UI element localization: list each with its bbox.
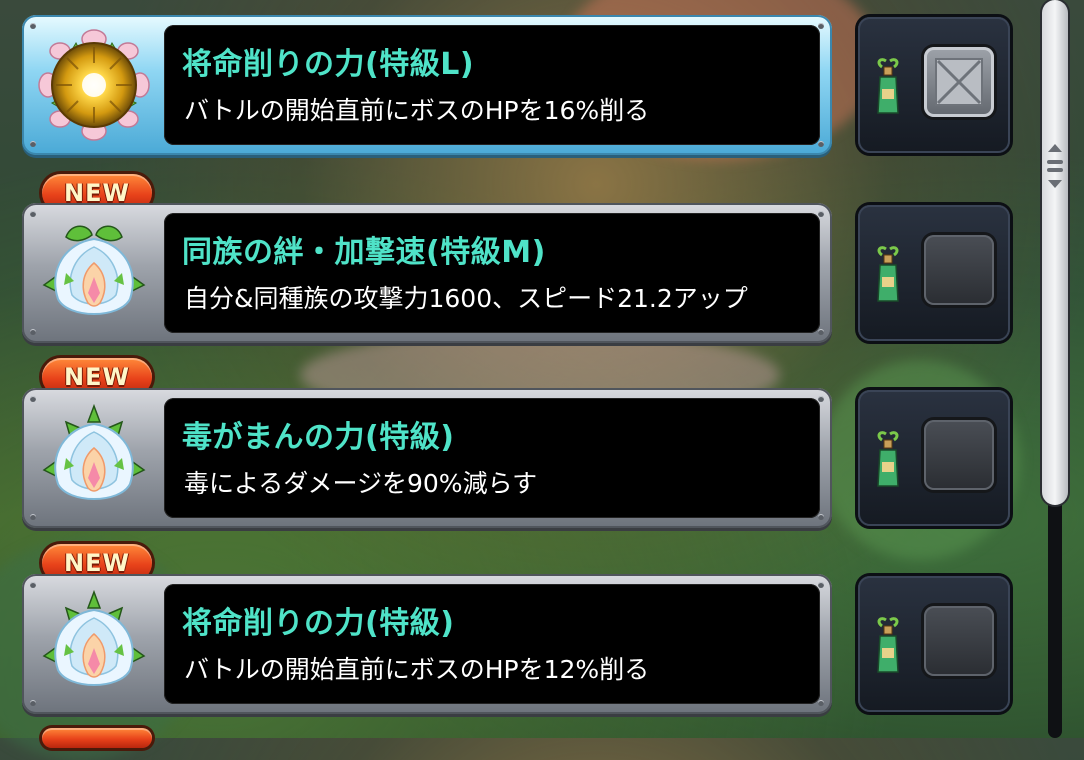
skill-description: 毒によるダメージを90%減らす [184, 469, 538, 498]
unselected-checkbox[interactable] [924, 235, 994, 305]
unselected-checkbox[interactable] [924, 606, 994, 676]
skill-card[interactable]: 将命削りの力(特級L) バトルの開始直前にボスのHPを16%削る [22, 15, 832, 155]
skill-info-panel: 将命削りの力(特級) バトルの開始直前にボスのHPを12%削る [164, 584, 820, 704]
skill-toggle-box[interactable] [858, 17, 1010, 153]
skill-card[interactable]: 同族の絆・加撃速(特級M) 自分&同種族の攻撃力1600、スピード21.2アップ [22, 203, 832, 343]
skill-info-panel: 毒がまんの力(特級) 毒によるダメージを90%減らす [164, 398, 820, 518]
skill-row[interactable]: 毒がまんの力(特級) 毒によるダメージを90%減らす [22, 388, 1022, 528]
cross-mark-icon [935, 58, 983, 106]
unselected-checkbox[interactable] [924, 420, 994, 490]
selected-checkbox[interactable] [924, 47, 994, 117]
skill-row[interactable]: 将命削りの力(特級L) バトルの開始直前にボスのHPを16%削る [22, 15, 1022, 155]
scroll-grip-icon [1047, 144, 1063, 188]
potion-bottle-icon [877, 246, 899, 302]
skill-title: 同族の絆・加撃速(特級M) [182, 235, 546, 270]
skill-title: 将命削りの力(特級) [182, 606, 455, 641]
skill-toggle-box[interactable] [858, 390, 1010, 526]
skill-toggle-box[interactable] [858, 576, 1010, 712]
skill-row[interactable]: 将命削りの力(特級) バトルの開始直前にボスのHPを12%削る [22, 574, 1022, 714]
lotus-crystal-icon [36, 400, 152, 516]
potion-bottle-icon [877, 617, 899, 673]
skill-title: 毒がまんの力(特級) [182, 420, 455, 455]
golden-sun-orb-icon [36, 27, 152, 143]
skill-toggle-box[interactable] [858, 205, 1010, 341]
skill-description: バトルの開始直前にボスのHPを16%削る [184, 96, 650, 125]
potion-bottle-icon [877, 58, 899, 114]
lotus-crystal-icon [36, 215, 152, 331]
lotus-crystal-icon [36, 586, 152, 702]
scrollbar-thumb[interactable] [1042, 0, 1068, 505]
skill-description: バトルの開始直前にボスのHPを12%削る [184, 655, 650, 684]
skill-card[interactable]: 毒がまんの力(特級) 毒によるダメージを90%減らす [22, 388, 832, 528]
skill-info-panel: 将命削りの力(特級L) バトルの開始直前にボスのHPを16%削る [164, 25, 820, 145]
skill-description: 自分&同種族の攻撃力1600、スピード21.2アップ [184, 284, 748, 313]
new-badge-partial [42, 728, 152, 748]
skill-card[interactable]: 将命削りの力(特級) バトルの開始直前にボスのHPを12%削る [22, 574, 832, 714]
skill-title: 将命削りの力(特級L) [182, 47, 475, 82]
skill-row[interactable]: 同族の絆・加撃速(特級M) 自分&同種族の攻撃力1600、スピード21.2アップ [22, 203, 1022, 343]
potion-bottle-icon [877, 431, 899, 487]
scrollbar[interactable] [1042, 0, 1068, 738]
skill-info-panel: 同族の絆・加撃速(特級M) 自分&同種族の攻撃力1600、スピード21.2アップ [164, 213, 820, 333]
